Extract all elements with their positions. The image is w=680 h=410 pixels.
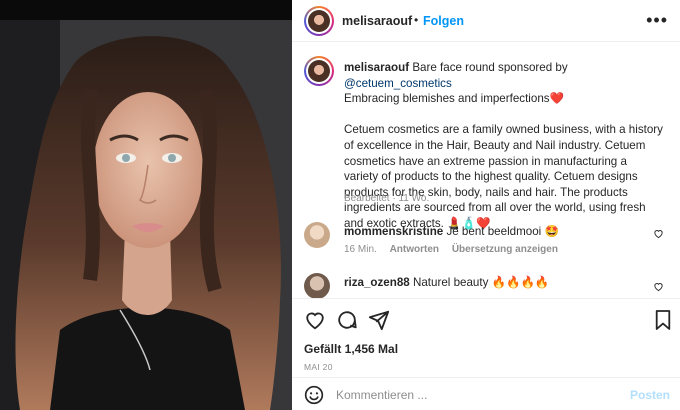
comment-emoji: 🔥🔥🔥🔥 [491,275,550,289]
comment-body: Je bent beeldmooi [446,225,542,238]
like-icon[interactable] [304,309,326,331]
share-icon[interactable] [368,309,390,331]
comment-item: riza_ozen88 Naturel beauty 🔥🔥🔥🔥 [304,273,668,299]
post-actions-bar [292,298,680,338]
portrait-image [0,0,292,410]
comment-meta: 16 Min. Antworten Übersetzung anzeigen [344,244,568,255]
caption-line1: Bare face round sponsored by [412,61,568,74]
post-details-panel: melisaraouf • Folgen ••• melisaraouf Bar… [292,0,680,410]
reply-button[interactable]: Antworten [390,244,439,255]
comment-username[interactable]: riza_ozen88 [344,276,410,289]
follow-button[interactable]: Folgen [423,14,464,28]
post-comment-button[interactable]: Posten [630,388,670,402]
comment-input[interactable]: Kommentieren ... [336,388,427,402]
comment-icon[interactable] [336,309,358,331]
caption-mention-link[interactable]: @cetuem_cosmetics [344,77,452,90]
emoji-icon[interactable] [304,385,324,405]
post-header: melisaraouf • Folgen ••• [292,0,680,42]
add-comment-bar: Kommentieren ... Posten [292,377,680,410]
author-username[interactable]: melisaraouf [342,14,412,28]
commenter-avatar[interactable] [304,273,330,299]
caption-username[interactable]: melisaraouf [344,61,409,74]
post-date: MAI 20 [304,362,333,372]
comment-text: mommenskristine Je bent beeldmooi 🤩 [344,224,559,238]
more-options-icon[interactable]: ••• [646,10,668,31]
heart-emoji: ❤️ [549,91,565,106]
post-photo[interactable] [0,0,292,410]
comment-item: mommenskristine Je bent beeldmooi 🤩 16 M… [304,222,668,262]
caption-meta: Bearbeitet · 11 Wo. [344,193,430,204]
save-icon[interactable] [654,309,672,331]
post-caption: melisaraouf Bare face round sponsored by… [344,60,664,232]
commenter-avatar[interactable] [304,222,330,248]
caption-author-avatar[interactable] [304,56,334,86]
comment-username[interactable]: mommenskristine [344,225,443,238]
like-comment-icon[interactable] [653,228,664,239]
caption-body: Cetuem cosmetics are a family owned busi… [344,123,663,230]
comment-time: 16 Min. [344,244,377,255]
like-comment-icon[interactable] [653,281,664,292]
translate-button[interactable]: Übersetzung anzeigen [452,244,558,255]
comment-text: riza_ozen88 Naturel beauty 🔥🔥🔥🔥 [344,275,549,289]
header-separator: • [414,13,419,27]
likes-count[interactable]: Gefällt 1,456 Mal [304,342,398,356]
author-avatar[interactable] [304,6,334,36]
comment-body: Naturel beauty [412,276,489,289]
comment-emoji: 🤩 [544,224,559,238]
caption-line2: Embracing blemishes and imperfections [344,92,550,106]
